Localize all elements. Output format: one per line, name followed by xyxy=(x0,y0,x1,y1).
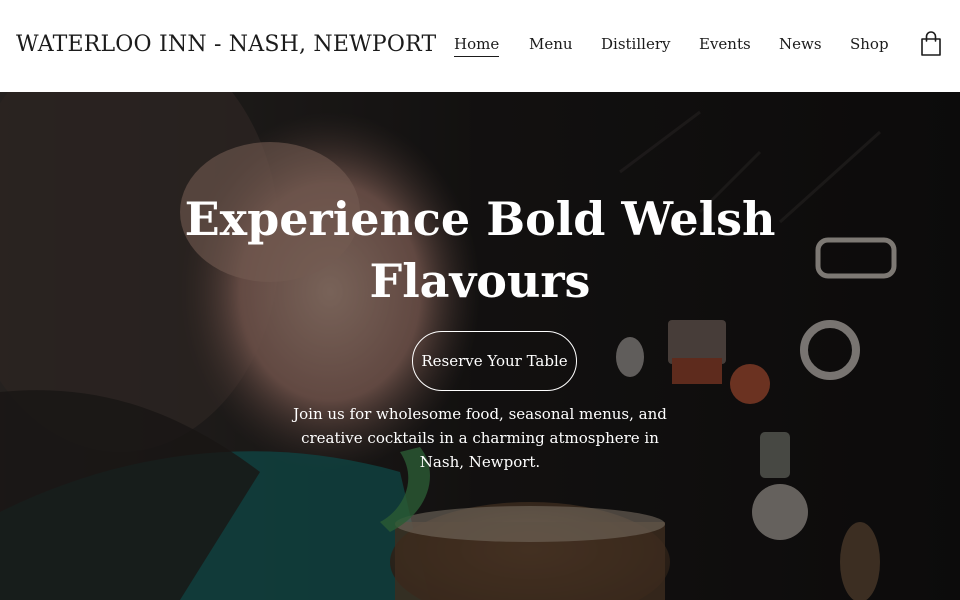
nav-item-shop[interactable]: Shop xyxy=(850,35,889,56)
nav-item-menu[interactable]: Menu xyxy=(529,35,573,56)
nav-item-events[interactable]: Events xyxy=(699,35,751,56)
hero-heading: Experience Bold Welsh Flavours xyxy=(184,192,776,308)
nav-item-distillery[interactable]: Distillery xyxy=(601,35,670,56)
hero-description: Join us for wholesome food, seasonal men… xyxy=(293,405,667,471)
site-header: WATERLOO INN - NASH, NEWPORT Home Menu D… xyxy=(0,0,960,92)
reserve-table-button[interactable]: Reserve Your Table xyxy=(412,331,577,391)
hero-section: Experience Bold Welsh Flavours Reserve Y… xyxy=(0,92,960,600)
shopping-bag-icon[interactable] xyxy=(920,31,942,57)
nav-item-news[interactable]: News xyxy=(779,35,822,56)
nav-item-home[interactable]: Home xyxy=(454,35,500,57)
main-nav: Home Menu Distillery Events News Shop xyxy=(0,35,960,59)
